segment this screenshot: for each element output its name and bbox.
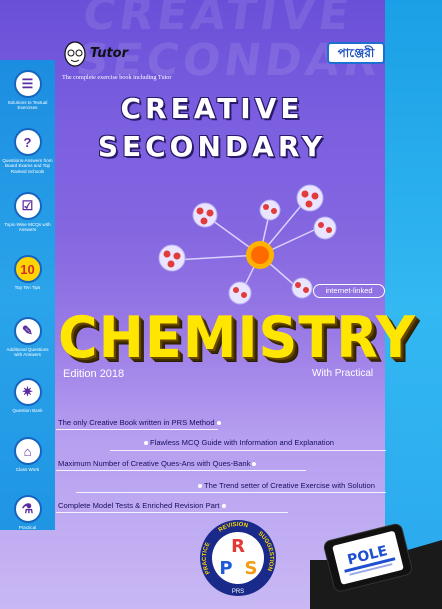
prs-letter-s: S xyxy=(245,558,258,579)
feature-item: The only Creative Book written in PRS Me… xyxy=(58,418,223,427)
bullet-dot-icon xyxy=(252,462,257,466)
top-ten-icon: 10 xyxy=(13,255,42,283)
feature-divider xyxy=(76,492,386,493)
internet-linked-badge: internet-linked xyxy=(313,284,385,298)
molecule-cluster-icon xyxy=(158,184,337,305)
prs-badge: PRACTICE REVISION SUGGESTION R P S PRS xyxy=(200,520,276,596)
bullet-dot-icon xyxy=(221,504,226,508)
sidebar-item-top-ten: 10 Top Ten Tips xyxy=(0,255,55,290)
tutor-mascot-icon xyxy=(64,41,86,67)
sidebar-item-solutions: ☰ Solutions to Textual Exercises xyxy=(0,70,55,111)
tutor-logo-text: Tutor xyxy=(90,46,129,61)
feature-divider xyxy=(56,429,218,430)
sidebar-item-question-bank: ✷ Question Bank xyxy=(0,378,55,413)
sidebar: ☰ Solutions to Textual Exercises ? Quest… xyxy=(0,60,55,530)
bullet-dot-icon xyxy=(216,421,221,425)
feature-item: The Trend setter of Creative Exercise wi… xyxy=(196,481,375,490)
sidebar-item-board-questions: ? Questions-Answers from Board Exams and… xyxy=(0,128,55,174)
prs-letter-p: P xyxy=(219,558,232,579)
prs-letter-r: R xyxy=(231,536,245,557)
question-icon: ? xyxy=(13,128,42,156)
feature-divider xyxy=(56,470,306,471)
book-cover: CREATIVE SECONDARY Tutor The complete exe… xyxy=(0,0,442,609)
classwork-icon: ⌂ xyxy=(13,437,42,465)
sidebar-item-practical: ⚗ Practical xyxy=(0,495,55,530)
publisher-logo: পাঞ্জেরী xyxy=(327,42,385,64)
practical-label: With Practical xyxy=(312,368,374,379)
prs-bottom-label: PRS xyxy=(232,589,244,595)
book-icon: ☰ xyxy=(13,70,42,98)
title-secondary: SECONDARY xyxy=(97,130,327,163)
sidebar-item-mcq: ☑ Topic-Wise MCQs with Answers xyxy=(0,192,55,233)
flask-icon: ⚗ xyxy=(13,495,42,523)
bulb-icon: ✷ xyxy=(13,378,42,406)
mcq-icon: ☑ xyxy=(13,192,42,220)
sidebar-item-class-work: ⌂ Class Work xyxy=(0,437,55,472)
feature-divider xyxy=(56,512,288,513)
title-creative: CREATIVE xyxy=(120,92,304,125)
bullet-dot-icon xyxy=(198,484,202,488)
feature-item: Complete Model Tests & Enriched Revision… xyxy=(58,501,228,510)
sidebar-item-additional: ✎ Additional Questions with Answers xyxy=(0,317,55,358)
pencil-icon: ✎ xyxy=(13,317,42,345)
subject-title: CHEMISTRY xyxy=(58,304,416,371)
bullet-dot-icon xyxy=(144,441,148,445)
pole-phone-icon: POLE xyxy=(310,523,442,609)
feature-item: Flawless MCQ Guide with Information and … xyxy=(142,438,334,447)
feature-divider xyxy=(110,450,386,451)
tagline: The complete exercise book including Tut… xyxy=(62,74,172,81)
edition-label: Edition 2018 xyxy=(63,368,125,380)
feature-item: Maximum Number of Creative Ques-Ans with… xyxy=(58,459,258,468)
